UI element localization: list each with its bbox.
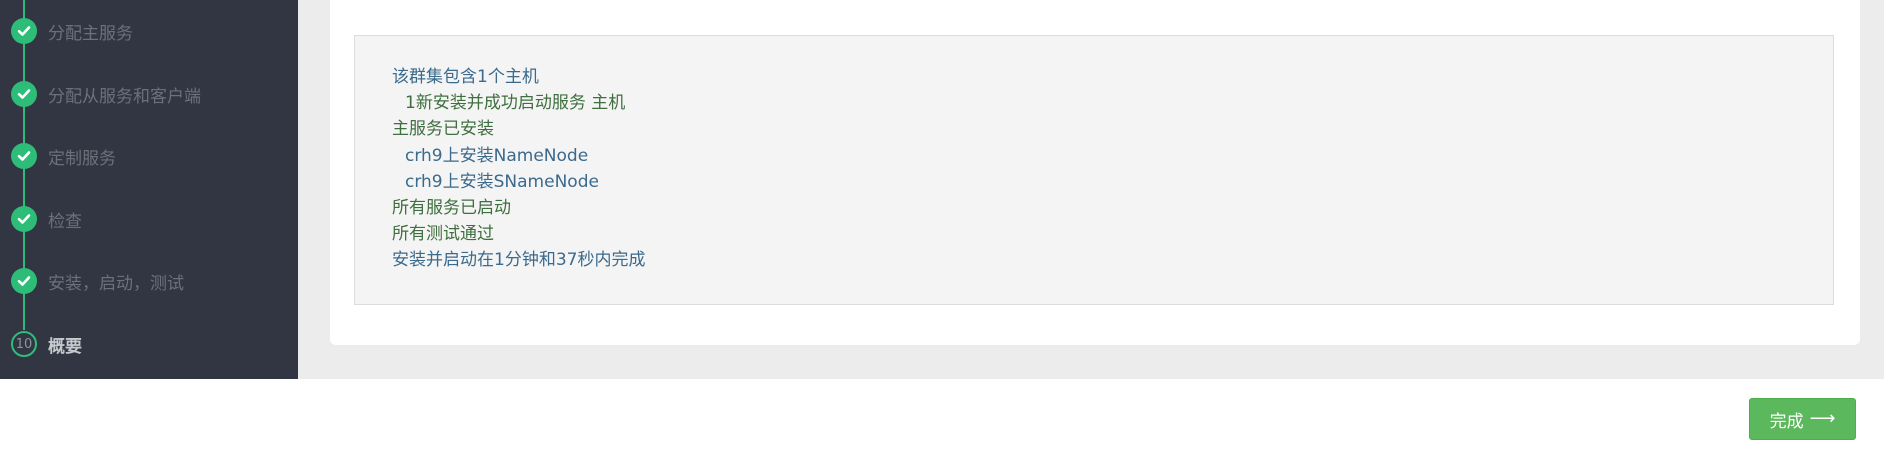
finish-button[interactable]: 完成 ⟶ — [1749, 398, 1856, 440]
check-icon — [11, 81, 37, 107]
wizard-footer: 完成 ⟶ — [0, 379, 1884, 453]
summary-line: 安装并启动在1分钟和37秒内完成 — [392, 250, 646, 270]
check-icon — [11, 268, 37, 294]
summary-line: crh9上安装NameNode — [405, 146, 589, 166]
summary-line: 1新安装并成功启动服务 主机 — [405, 93, 626, 113]
arrow-right-icon: ⟶ — [1809, 408, 1836, 429]
step-summary[interactable]: 10 概要 — [11, 330, 82, 358]
main-content: 该群集包含1个主机 1新安装并成功启动服务 主机 主服务已安装 crh9上安装N… — [298, 0, 1884, 379]
step-label: 概要 — [48, 336, 82, 357]
step-assign-masters[interactable]: 分配主服务 — [11, 17, 133, 45]
step-number-badge: 10 — [11, 331, 37, 357]
step-label: 检查 — [48, 211, 82, 232]
summary-line: 所有服务已启动 — [392, 198, 511, 218]
step-assign-slaves-clients[interactable]: 分配从服务和客户端 — [11, 80, 201, 108]
summary-line: 所有测试通过 — [392, 224, 494, 244]
summary-line: crh9上安装SNameNode — [405, 172, 599, 192]
wizard-frame: 分配主服务 分配从服务和客户端 定制服务 检查 安装，启动，测试 10 概要 该… — [0, 0, 1884, 453]
check-icon — [11, 18, 37, 44]
summary-panel: 该群集包含1个主机 1新安装并成功启动服务 主机 主服务已安装 crh9上安装N… — [330, 0, 1860, 345]
summary-box: 该群集包含1个主机 1新安装并成功启动服务 主机 主服务已安装 crh9上安装N… — [354, 35, 1834, 305]
step-review[interactable]: 检查 — [11, 205, 82, 233]
check-icon — [11, 143, 37, 169]
summary-line: 主服务已安装 — [392, 119, 494, 139]
step-label: 安装，启动，测试 — [48, 273, 184, 294]
step-label: 定制服务 — [48, 148, 116, 169]
wizard-sidebar: 分配主服务 分配从服务和客户端 定制服务 检查 安装，启动，测试 10 概要 — [0, 0, 298, 379]
finish-button-label: 完成 — [1769, 411, 1804, 432]
check-icon — [11, 206, 37, 232]
step-label: 分配主服务 — [48, 23, 133, 44]
step-label: 分配从服务和客户端 — [48, 86, 201, 107]
summary-line: 该群集包含1个主机 — [392, 67, 539, 87]
step-install-start-test[interactable]: 安装，启动，测试 — [11, 267, 184, 295]
step-customize-services[interactable]: 定制服务 — [11, 142, 116, 170]
